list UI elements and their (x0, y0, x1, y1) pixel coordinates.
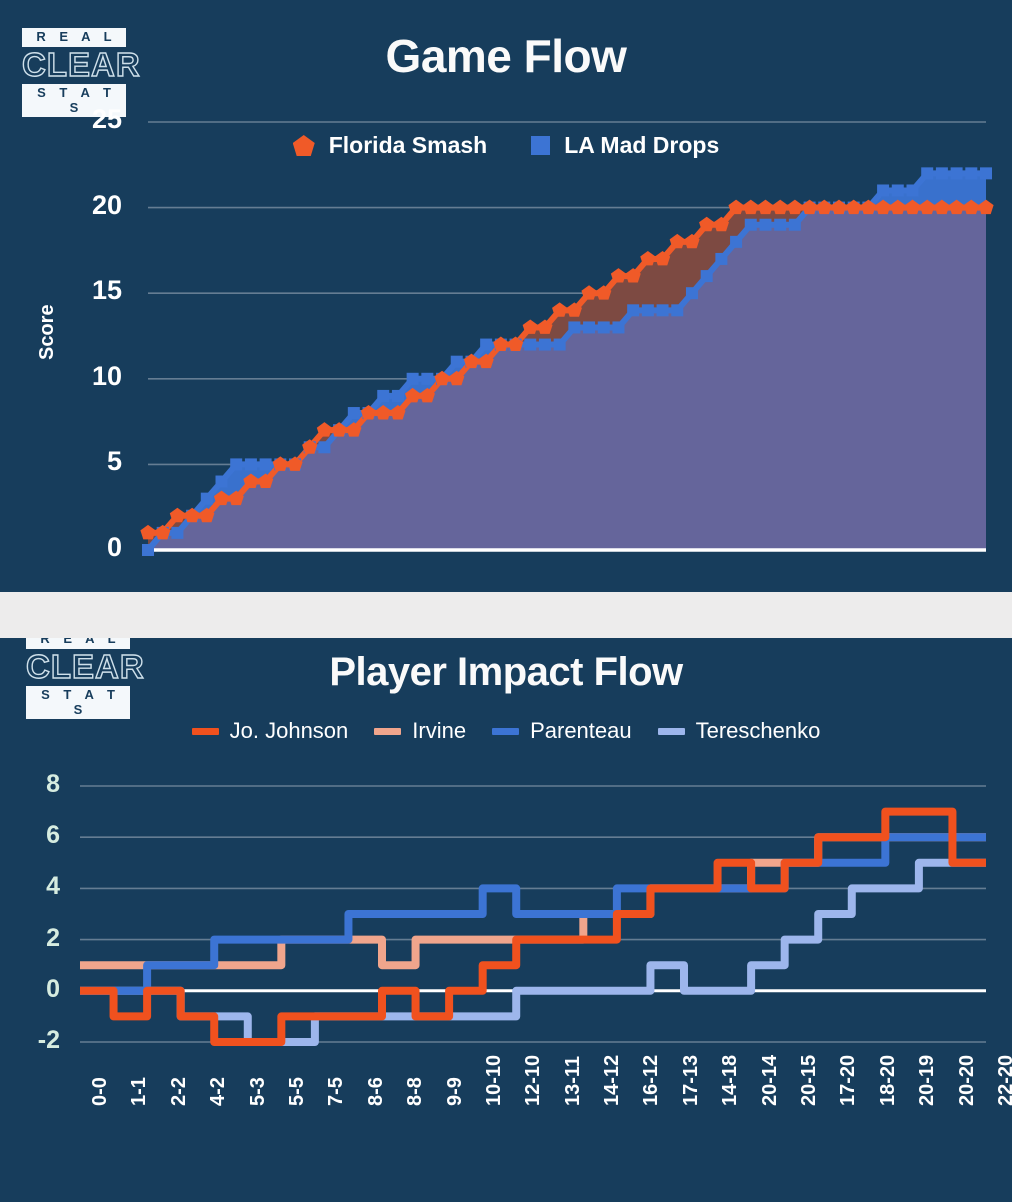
y-tick-player-impact-4: 4 (46, 872, 60, 901)
x-tick-player-impact-20-20: 20-20 (955, 1054, 978, 1106)
y-tick-game-flow-15: 15 (91, 275, 122, 306)
y-tick-game-flow-5: 5 (106, 446, 122, 477)
x-tick-player-impact-22-20: 22-20 (995, 1054, 1012, 1106)
x-tick-player-impact-5-3: 5-3 (246, 1077, 269, 1106)
x-tick-player-impact-10-10: 10-10 (482, 1054, 505, 1106)
y-tick-player-impact--2: -2 (37, 1026, 60, 1054)
x-tick-player-impact-20-14: 20-14 (758, 1054, 781, 1106)
x-tick-player-impact-1-1: 1-1 (128, 1077, 151, 1106)
x-tick-player-impact-16-12: 16-12 (640, 1054, 663, 1106)
y-tick-game-flow-25: 25 (91, 104, 122, 134)
x-tick-player-impact-20-19: 20-19 (916, 1054, 939, 1106)
panel-divider (0, 592, 1012, 638)
x-tick-player-impact-2-2: 2-2 (167, 1077, 190, 1106)
x-tick-player-impact-9-9: 9-9 (443, 1077, 466, 1106)
x-tick-player-impact-13-11: 13-11 (561, 1055, 584, 1106)
x-tick-player-impact-7-5: 7-5 (325, 1077, 348, 1106)
y-tick-player-impact-8: 8 (46, 770, 60, 798)
y-tick-player-impact-6: 6 (46, 821, 60, 850)
y-tick-game-flow-0: 0 (106, 532, 122, 562)
x-tick-player-impact-18-20: 18-20 (876, 1054, 899, 1106)
x-tick-player-impact-14-18: 14-18 (719, 1054, 742, 1106)
game-flow-plot (0, 104, 1012, 574)
x-tick-player-impact-14-12: 14-12 (601, 1054, 624, 1106)
x-tick-player-impact-17-20: 17-20 (837, 1054, 860, 1106)
x-tick-player-impact-17-13: 17-13 (679, 1054, 702, 1106)
game-flow-panel: R E A L CLEAR S T A T S Game Flow Florid… (0, 0, 1012, 592)
y-tick-game-flow-20: 20 (91, 189, 122, 220)
x-tick-player-impact-8-8: 8-8 (404, 1077, 427, 1106)
y-tick-player-impact-2: 2 (46, 923, 60, 952)
x-tick-player-impact-4-2: 4-2 (207, 1077, 230, 1106)
y-tick-player-impact-0: 0 (46, 974, 60, 1003)
player-impact-x-axis: 0-0 1-1 2-2 4-2 5-3 5-5 7-5 8-6 8-8 9-9 10-10 12-10… (0, 1055, 1012, 1202)
x-tick-player-impact-20-15: 20-15 (798, 1054, 821, 1106)
game-flow-title: Game Flow (385, 30, 627, 82)
x-tick-player-impact-0-0: 0-0 (89, 1077, 111, 1106)
y-tick-game-flow-10: 10 (91, 360, 122, 391)
x-tick-player-impact-5-5: 5-5 (285, 1077, 308, 1106)
x-tick-player-impact-12-10: 12-10 (522, 1054, 545, 1106)
game-flow-svg (140, 121, 994, 556)
x-tick-player-impact-8-6: 8-6 (364, 1077, 387, 1106)
